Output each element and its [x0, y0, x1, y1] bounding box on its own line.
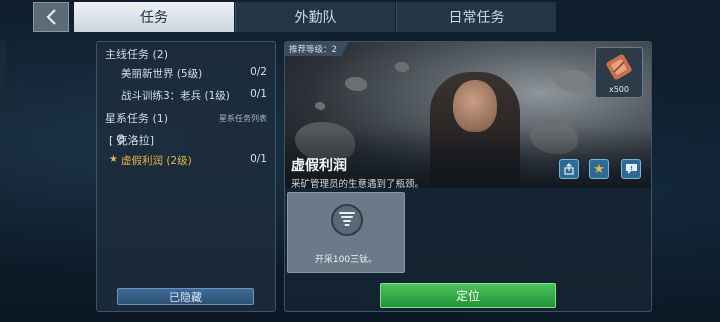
tab-bar: 任务 外勤队 日常任务 — [0, 0, 720, 33]
quest-title: 虚假利润 — [291, 158, 347, 174]
main-quests-header: 主线任务 (2) — [105, 48, 169, 61]
quest-name: 战斗训练3：老兵 (1级) — [121, 90, 230, 102]
quest-name: 美丽新世界 (5级) — [121, 68, 203, 80]
objective-card[interactable]: 开采100三钛。 — [287, 192, 405, 273]
quest-name: 虚假利润 (2级) — [121, 155, 192, 167]
chevron-left-icon — [46, 9, 56, 25]
reward-count: x500 — [608, 85, 629, 94]
galaxy-quest-list-link[interactable]: 星系任务列表 — [219, 113, 267, 124]
objective-icon-frame — [331, 204, 363, 236]
favorite-button[interactable]: ★ — [589, 159, 609, 179]
quest-item[interactable]: 美丽新世界 (5级) 0/2 — [97, 66, 275, 82]
galaxy-quests-header: 星系任务 (1) — [105, 112, 169, 125]
quest-description: 采矿管理员的生意遇到了瓶颈。 — [291, 179, 425, 190]
asteroid — [395, 62, 409, 72]
side-edge-handle — [0, 40, 6, 110]
tab-daily-quests[interactable]: 日常任务 — [396, 2, 556, 32]
recommended-level-badge: 推荐等级：2 — [285, 42, 349, 56]
asteroid — [345, 77, 367, 91]
tornado-icon — [339, 212, 355, 226]
star-icon: ★ — [109, 154, 118, 165]
asteroid — [555, 70, 591, 92]
objective-text: 开采100三钛。 — [314, 255, 378, 265]
share-button[interactable] — [559, 159, 579, 179]
hide-toggle-button[interactable]: 已隐藏 — [117, 288, 254, 305]
quest-progress: 0/1 — [250, 88, 267, 100]
quest-progress: 0/2 — [250, 66, 267, 78]
map-pin-icon — [116, 134, 125, 145]
reward-item[interactable]: x500 — [595, 47, 643, 98]
quest-list-panel: 主线任务 (2) 美丽新世界 (5级) 0/2 战斗训练3：老兵 (1级) 0/… — [96, 41, 276, 312]
chat-button[interactable] — [621, 159, 641, 179]
asteroid — [315, 102, 325, 110]
tab-quests[interactable]: 任务 — [74, 2, 234, 32]
back-button[interactable] — [33, 2, 69, 32]
quest-item-active[interactable]: ★ 虚假利润 (2级) 0/1 — [97, 153, 275, 169]
quest-item[interactable]: 战斗训练3：老兵 (1级) 0/1 — [97, 88, 275, 104]
character-head — [453, 80, 497, 132]
locate-button[interactable]: 定位 — [380, 283, 556, 308]
quest-detail-panel: 推荐等级：2 x500 虚假利润 采矿管理员的生意遇到了瓶颈。 ★ 开采100三… — [284, 41, 652, 312]
tab-away-team[interactable]: 外勤队 — [235, 2, 395, 32]
chat-icon — [625, 164, 637, 174]
star-icon: ★ — [593, 161, 605, 177]
resource-roll-icon — [606, 54, 632, 80]
share-icon — [564, 163, 574, 175]
quest-progress: 0/1 — [250, 153, 267, 165]
